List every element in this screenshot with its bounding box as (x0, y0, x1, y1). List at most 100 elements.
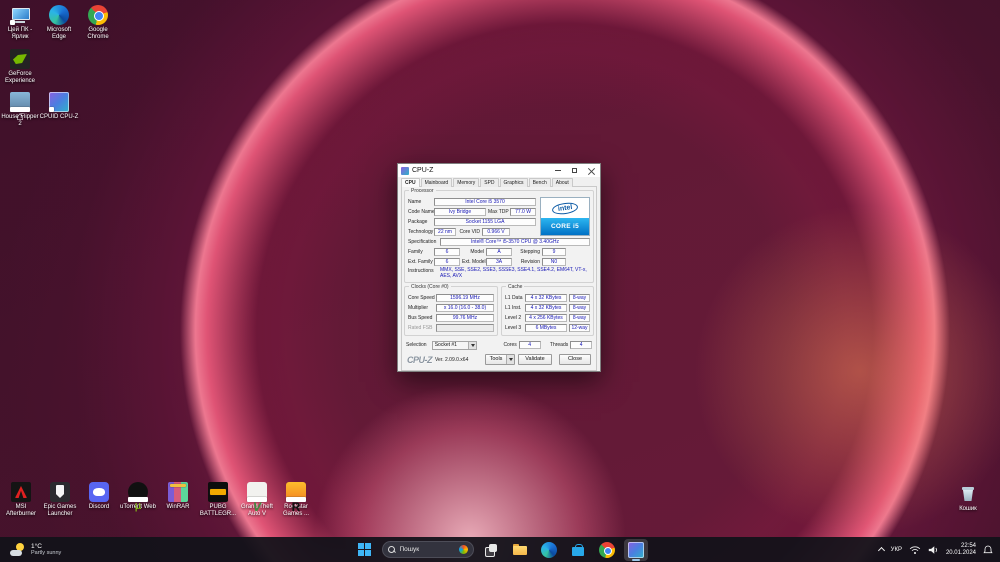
desktop-icon-winrar[interactable]: WinRAR (158, 482, 198, 511)
tools-dropdown-arrow-icon[interactable] (506, 355, 514, 364)
cpuz-taskbar-button[interactable] (623, 538, 648, 561)
desktop-icon-edge[interactable]: Microsoft Edge (39, 5, 79, 40)
close-window-button[interactable] (583, 164, 600, 177)
desktop-icon-house-flipper-2[interactable]: House Flipper 2 (0, 92, 40, 127)
desktop-icon-chrome[interactable]: Google Chrome (78, 5, 118, 40)
chrome-taskbar-button[interactable] (595, 539, 619, 561)
language-indicator[interactable]: УКР (891, 547, 902, 553)
desktop-icon-this-pc[interactable]: Цей ПК - Ярлик (0, 5, 40, 40)
notifications-bell-icon[interactable] (983, 545, 993, 555)
winrar-icon (168, 482, 188, 502)
selection-label: Selection (406, 342, 427, 348)
wifi-icon[interactable] (909, 545, 921, 555)
desktop-icon-recycle-bin[interactable]: Кошик (948, 484, 988, 513)
instructions-label: Instructions (408, 268, 434, 274)
minimize-button[interactable] (549, 164, 566, 177)
desktop-icon-discord[interactable]: Discord (79, 482, 119, 511)
desktop-icon-msi-afterburner[interactable]: MSI Afterburner (1, 482, 41, 517)
chrome-icon (88, 5, 108, 25)
rated-fsb-field (436, 323, 494, 332)
recycle-bin-icon (958, 484, 978, 504)
file-explorer-button[interactable] (508, 539, 532, 561)
level3-label: Level 3 (505, 324, 522, 331)
task-view-button[interactable] (479, 539, 503, 561)
gta-v-icon (247, 482, 267, 502)
desktop-icon-label: Microsoft Edge (46, 27, 72, 40)
desktop-icon-rockstar-games[interactable]: Rockstar Games ... (276, 482, 316, 517)
cores-field: 4 (518, 341, 541, 349)
level3-size-field: 6 MBytes (525, 323, 567, 332)
chrome-icon (598, 541, 615, 558)
rockstar-icon (286, 482, 306, 502)
l1-data-assoc-field: 8-way (569, 293, 590, 302)
start-button[interactable] (353, 539, 377, 561)
tab-about[interactable]: About (551, 178, 573, 187)
tray-overflow-chevron-icon[interactable] (877, 546, 885, 555)
tab-cpu[interactable]: CPU (401, 178, 420, 187)
ext-family-label: Ext. Family (408, 258, 433, 265)
clock[interactable]: 22:54 20.01.2024 (946, 543, 976, 557)
intel-core-i5-badge: intel CORE i5 (540, 197, 590, 236)
tab-bench[interactable]: Bench (528, 178, 551, 187)
package-field: Socket 1155 LGA (434, 217, 536, 226)
validate-button[interactable]: Validate (518, 354, 552, 365)
l1-data-size-field: 4 x 32 KBytes (525, 293, 567, 302)
l1-inst-size-field: 4 x 32 KBytes (525, 303, 567, 312)
core-speed-label: Core Speed (408, 294, 435, 301)
volume-icon[interactable] (928, 545, 939, 555)
stepping-label: Stepping (520, 248, 540, 255)
cpuz-titlebar[interactable]: CPU-Z (398, 164, 600, 177)
edge-icon (540, 541, 557, 558)
desktop-icon-label: Цей ПК - Ярлик (7, 27, 33, 40)
cpuz-window: CPU-Z CPU Mainboard Memory SPD Graphics … (397, 163, 601, 372)
desktop-icon-gta-v[interactable]: Grand Theft Auto V (237, 482, 277, 517)
l1-inst-assoc-field: 8-way (569, 303, 590, 312)
core-vid-field: 0.966 V (482, 227, 510, 236)
tools-button[interactable]: Tools (485, 354, 515, 365)
tab-mainboard[interactable]: Mainboard (420, 178, 453, 187)
edge-icon (49, 5, 69, 25)
family-field: 6 (434, 247, 460, 256)
cache-group-label: Cache (506, 284, 525, 290)
intel-logo: intel (551, 200, 579, 216)
tab-spd[interactable]: SPD (480, 178, 499, 187)
l1-data-label: L1 Data (505, 294, 523, 301)
code-name-label: Code Name (408, 208, 435, 215)
desktop-icon-label: WinRAR (166, 504, 190, 510)
technology-field: 22 nm (434, 227, 456, 236)
desktop-icon-geforce-experience[interactable]: GeForce Experience (0, 49, 40, 84)
revision-field: N0 (542, 257, 566, 266)
search-box[interactable]: Пошук (381, 541, 474, 558)
this-pc-icon (10, 5, 30, 25)
rated-fsb-label: Rated FSB (408, 324, 433, 331)
model-field: A (486, 247, 512, 256)
desktop-icon-utorrent-web[interactable]: uTorrent Web (118, 482, 158, 511)
cpuz-logo: CPU-Z (407, 354, 433, 365)
multiplier-field: x 16.0 (16.0 - 38.0) (436, 303, 494, 312)
desktop-icon-epic-games[interactable]: Epic Games Launcher (40, 482, 80, 517)
name-field: Intel Core i5 3570 (434, 197, 536, 206)
tab-graphics[interactable]: Graphics (499, 178, 528, 187)
core-i5-label: CORE i5 (541, 218, 589, 235)
specification-field: Intel® Core™ i5-3570 CPU @ 3.40GHz (440, 237, 590, 246)
system-tray: УКР 22:54 20.01.2024 (877, 537, 996, 562)
desktop-icon-cpuz[interactable]: CPUID CPU-Z (39, 92, 79, 121)
revision-label: Revision (520, 258, 540, 265)
ext-family-field: 6 (434, 257, 460, 266)
desktop-icon-label: Epic Games Launcher (43, 504, 77, 517)
geforce-icon (10, 49, 30, 69)
store-button[interactable] (566, 539, 590, 561)
socket-selection-dropdown[interactable]: Socket #1 (431, 340, 478, 350)
tab-memory[interactable]: Memory (453, 178, 480, 187)
window-title: CPU-Z (412, 167, 434, 174)
model-label: Model (470, 248, 484, 255)
desktop-icon-pubg[interactable]: PUBG BATTLEGR... (198, 482, 238, 517)
desktop-icon-label: Google Chrome (87, 27, 109, 40)
core-vid-label: Core VID (459, 228, 480, 235)
ext-model-field: 3A (486, 257, 512, 266)
close-button[interactable]: Close (559, 354, 591, 365)
maximize-button[interactable] (566, 164, 583, 177)
edge-taskbar-button[interactable] (537, 539, 561, 561)
weather-icon (10, 542, 26, 557)
weather-widget[interactable]: 1°C Partly sunny (4, 537, 67, 562)
